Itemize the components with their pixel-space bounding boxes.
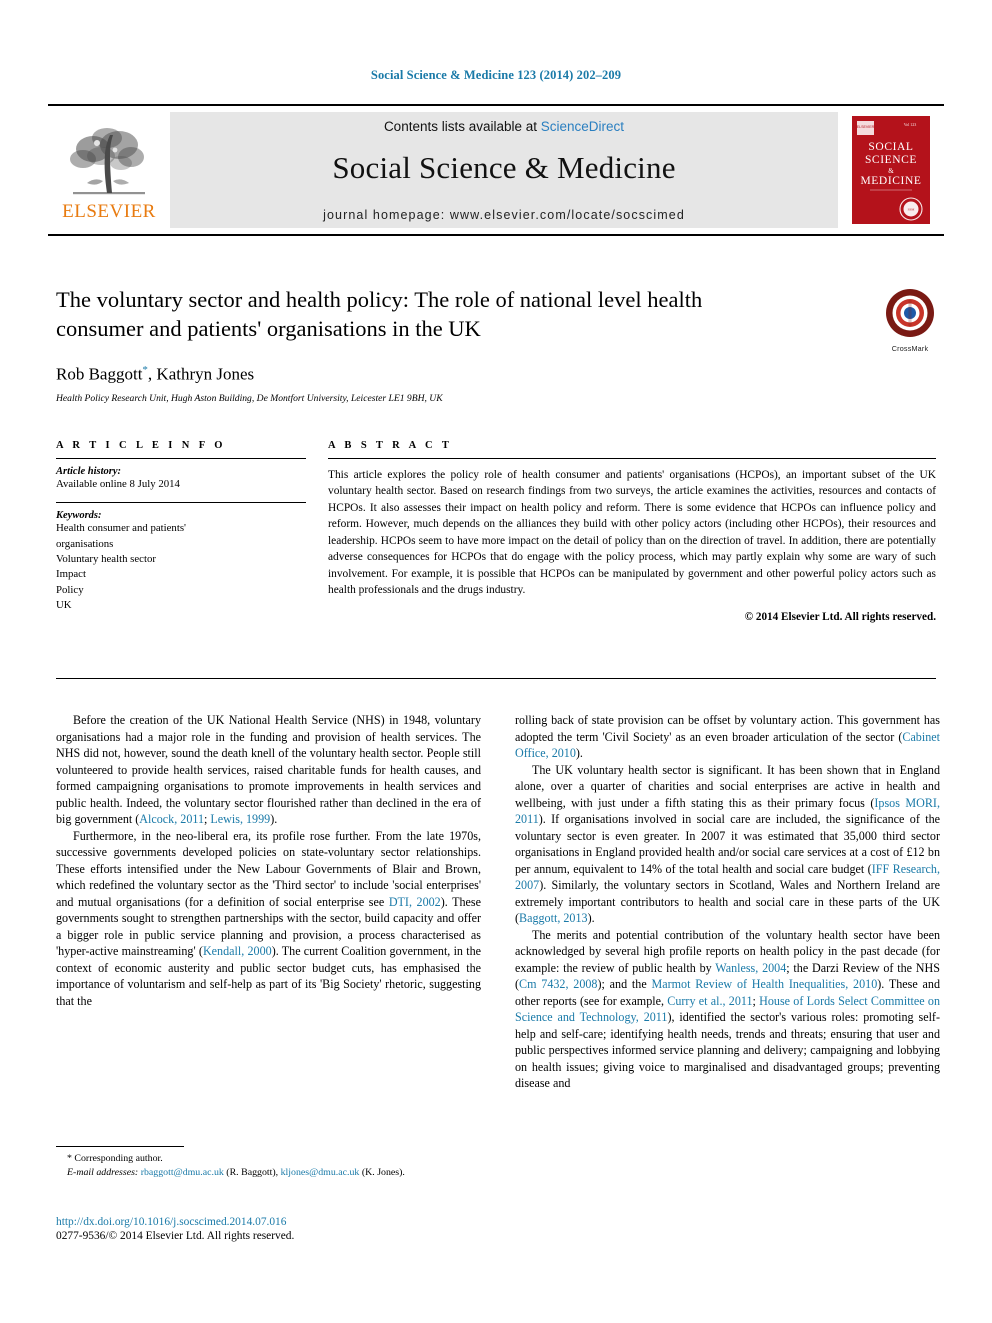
svg-text:Vol 123: Vol 123: [904, 122, 916, 127]
running-head: Social Science & Medicine 123 (2014) 202…: [370, 68, 622, 82]
citation-link[interactable]: Curry et al., 2011: [667, 994, 752, 1008]
journal-homepage-link[interactable]: journal homepage: www.elsevier.com/locat…: [323, 208, 685, 222]
crossmark-label: CrossMark: [891, 344, 929, 353]
citation-link[interactable]: Alcock, 2011: [139, 812, 204, 826]
author-primary: Rob Baggott: [56, 364, 143, 384]
article-history-value: Available online 8 July 2014: [56, 478, 180, 490]
crossmark-badge[interactable]: CrossMark: [876, 288, 944, 353]
corresponding-author-note: * Corresponding author.: [67, 1153, 163, 1164]
citation-link[interactable]: Kendall, 2000: [203, 944, 272, 958]
author-secondary: , Kathryn Jones: [147, 364, 255, 384]
abstract-column: A B S T R A C T This article explores th…: [306, 440, 936, 623]
doi-block: http://dx.doi.org/10.1016/j.socscimed.20…: [56, 1216, 481, 1242]
paragraph: Before the creation of the UK National H…: [56, 712, 481, 828]
citation-link[interactable]: Cm 7432, 2008: [519, 977, 597, 991]
paragraph-text: ).: [575, 746, 583, 760]
citation-link[interactable]: Lewis, 1999: [210, 812, 270, 826]
page-title: The voluntary sector and health policy: …: [56, 287, 703, 341]
divider-rule: [328, 458, 936, 459]
footnote-block: * Corresponding author. E-mail addresses…: [56, 1146, 481, 1180]
author-list: Rob Baggott*, Kathryn Jones: [56, 364, 776, 385]
email-label: E-mail addresses:: [67, 1167, 139, 1179]
contents-prefix: Contents lists available at: [383, 118, 541, 134]
citation-link[interactable]: Wanless, 2004: [715, 961, 786, 975]
elsevier-wordmark: ELSEVIER: [62, 201, 156, 222]
article-info-column: A R T I C L E I N F O Article history: A…: [56, 440, 306, 623]
journal-title: Social Science & Medicine: [332, 149, 676, 185]
citation-link[interactable]: DTI, 2002: [389, 895, 441, 909]
body-column-left: Before the creation of the UK National H…: [56, 712, 481, 1092]
svg-text:MEDICINE: MEDICINE: [860, 175, 921, 187]
email-owner: (R. Baggott): [226, 1167, 276, 1179]
abstract-bottom-rule: [56, 678, 936, 679]
info-abstract-block: A R T I C L E I N F O Article history: A…: [56, 440, 936, 623]
keyword-item: Voluntary health sector: [56, 552, 156, 565]
paragraph-text: Before the creation of the UK National H…: [56, 713, 481, 826]
citation-link[interactable]: Marmot Review of Health Inequalities, 20…: [651, 977, 877, 991]
article-first-page: Social Science & Medicine 123 (2014) 202…: [0, 0, 992, 1323]
svg-text:&: &: [888, 167, 894, 175]
affiliation: Health Policy Research Unit, Hugh Aston …: [56, 393, 443, 405]
svg-text:SOCIAL: SOCIAL: [868, 141, 913, 153]
email-link[interactable]: kljones@dmu.ac.uk: [281, 1167, 360, 1178]
contents-available-line: Contents lists available at ScienceDirec…: [384, 119, 624, 134]
sciencedirect-link[interactable]: ScienceDirect: [541, 119, 624, 134]
keyword-item: Health consumer and patients': [56, 522, 186, 535]
email-owner: (K. Jones).: [361, 1167, 405, 1179]
body-column-right: rolling back of state provision can be o…: [515, 712, 940, 1092]
paragraph-text: ).: [270, 812, 278, 826]
corresponding-author-text: Corresponding author.: [74, 1153, 163, 1164]
doi-link[interactable]: http://dx.doi.org/10.1016/j.socscimed.20…: [56, 1216, 481, 1228]
paragraph-text: rolling back of state provision can be o…: [515, 713, 940, 744]
keywords-label: Keywords:: [56, 510, 102, 522]
divider-rule: [56, 458, 306, 459]
article-info-heading: A R T I C L E I N F O: [56, 440, 226, 451]
paragraph-text: ); and the: [597, 977, 652, 991]
citation-link[interactable]: Baggott, 2013: [519, 911, 588, 925]
masthead-center: Contents lists available at ScienceDirec…: [170, 112, 838, 228]
body-columns: Before the creation of the UK National H…: [56, 712, 940, 1092]
article-history-label: Article history:: [56, 466, 122, 477]
title-block: The voluntary sector and health policy: …: [56, 286, 776, 404]
abstract-text: This article explores the policy role of…: [328, 469, 936, 596]
paragraph-text: ).: [587, 911, 595, 925]
journal-masthead: ELSEVIER Contents lists available at Sci…: [48, 104, 944, 236]
abstract-heading: A B S T R A C T: [328, 440, 453, 451]
divider-rule: [56, 502, 306, 504]
keyword-item: Impact: [56, 568, 86, 581]
crossmark-icon: [886, 289, 934, 337]
email-note: E-mail addresses: rbaggott@dmu.ac.uk (R.…: [67, 1167, 405, 1179]
elsevier-tree-icon: [70, 128, 145, 195]
elsevier-logo: ELSEVIER: [48, 106, 170, 234]
keyword-item: UK: [56, 598, 72, 611]
svg-text:SSM: SSM: [908, 208, 915, 212]
journal-cover-image: ELSEVIER Vol 123 SOCIAL SCIENCE & MEDICI…: [852, 116, 930, 224]
journal-cover-thumbnail: ELSEVIER Vol 123 SOCIAL SCIENCE & MEDICI…: [838, 106, 944, 234]
svg-text:ELSEVIER: ELSEVIER: [857, 125, 875, 129]
keyword-item: organisations: [56, 537, 114, 550]
footnote-rule: [56, 1146, 184, 1147]
issn-copyright-line: 0277-9536/© 2014 Elsevier Ltd. All right…: [56, 1230, 295, 1242]
paragraph: Furthermore, in the neo-liberal era, its…: [56, 828, 481, 1010]
svg-text:SCIENCE: SCIENCE: [865, 154, 917, 166]
email-link[interactable]: rbaggott@dmu.ac.uk: [141, 1167, 224, 1178]
keyword-item: Policy: [56, 583, 84, 596]
paragraph: The merits and potential contribution of…: [515, 927, 940, 1092]
paragraph: The UK voluntary health sector is signif…: [515, 762, 940, 927]
paragraph: rolling back of state provision can be o…: [515, 712, 940, 762]
abstract-copyright: © 2014 Elsevier Ltd. All rights reserved…: [744, 611, 936, 624]
